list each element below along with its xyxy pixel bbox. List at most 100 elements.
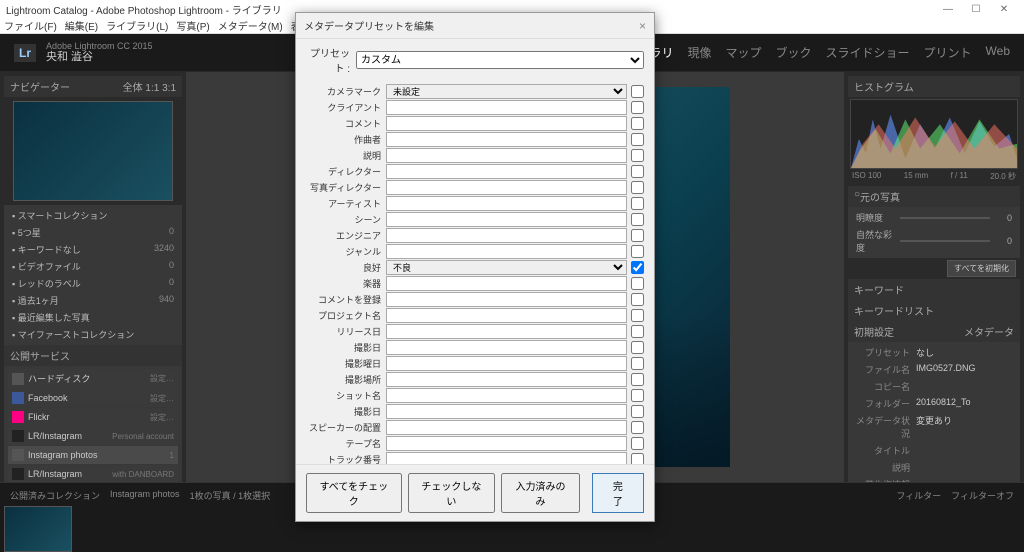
field-input[interactable] [386,340,627,355]
publish-service-item[interactable]: Instagram photos1 [8,446,178,464]
filmstrip-crumb[interactable]: 1枚の写真 / 1枚選択 [190,489,271,502]
field-include-check[interactable] [631,421,644,434]
field-input[interactable] [386,308,627,323]
field-input[interactable] [386,196,627,211]
field-input[interactable] [386,292,627,307]
field-input[interactable] [386,356,627,371]
field-include-check[interactable] [631,357,644,370]
filter-off[interactable]: フィルターオフ [951,489,1014,502]
source-header[interactable]: ○ 元の写真 [848,186,1020,207]
field-include-check[interactable] [631,197,644,210]
field-include-check[interactable] [631,245,644,258]
filled-only-button[interactable]: 入力済みのみ [501,473,580,513]
field-include-check[interactable] [631,133,644,146]
field-include-check[interactable] [631,149,644,162]
collection-item[interactable]: ▪ キーワードなし3240 [8,241,178,258]
field-input[interactable] [386,436,627,451]
field-include-check[interactable] [631,389,644,402]
menu-item[interactable]: ファイル(F) [4,22,57,33]
field-input[interactable] [386,212,627,227]
collection-item[interactable]: ▪ ビデオファイル0 [8,258,178,275]
field-input[interactable] [386,132,627,147]
field-input[interactable] [386,228,627,243]
field-input[interactable] [386,276,627,291]
publish-service-item[interactable]: ハードディスク設定… [8,369,178,388]
field-input[interactable] [386,452,627,464]
metadata-row[interactable]: コピー名 [852,378,1016,395]
field-include-check[interactable] [631,453,644,464]
filmstrip-crumb[interactable]: Instagram photos [110,489,180,502]
metadata-row[interactable]: プリセットなし [852,344,1016,361]
keywordlist-header[interactable]: キーワードリスト [848,300,1020,321]
menu-item[interactable]: 編集(E) [65,22,98,33]
module-tab[interactable]: スライドショー [826,44,910,61]
collection-item[interactable]: ▪ 過去1ヶ月940 [8,292,178,309]
collection-item[interactable]: ▪ スマートコレクション [8,207,178,224]
publish-service-item[interactable]: Flickr設定… [8,408,178,426]
field-include-check[interactable] [631,229,644,242]
field-include-check[interactable] [631,101,644,114]
field-input[interactable]: 不良 [386,260,627,275]
field-include-check[interactable] [631,341,644,354]
field-include-check[interactable] [631,405,644,418]
filmstrip-crumb[interactable]: 公開済みコレクション [10,489,100,502]
module-tab[interactable]: マップ [725,44,761,61]
metadata-row[interactable]: 著作権情報 [852,476,1016,482]
collection-item[interactable]: ▪ レッドのラベル0 [8,275,178,292]
menu-item[interactable]: ライブラリ(L) [106,22,168,33]
metadata-row[interactable]: ファイル名IMG0527.DNG [852,361,1016,378]
navigator-header[interactable]: ナビゲーター 全体 1:1 3:1 [4,76,182,97]
minimize-icon[interactable]: — [934,4,962,15]
field-input[interactable] [386,148,627,163]
field-input[interactable] [386,324,627,339]
close-icon[interactable]: ✕ [990,4,1018,15]
keywords-header[interactable]: キーワード [848,279,1020,300]
metadata-row[interactable]: フォルダー20160812_To [852,395,1016,412]
field-include-check[interactable] [631,373,644,386]
publish-header[interactable]: 公開サービス [4,345,182,366]
field-include-check[interactable] [631,181,644,194]
dialog-body[interactable]: カメラマーク未設定クライアントコメント作曲者説明ディレクター写真ディレクターアー… [296,81,654,464]
collection-item[interactable]: ▪ マイファーストコレクション [8,326,178,343]
field-input[interactable] [386,164,627,179]
maximize-icon[interactable]: ☐ [962,4,990,15]
field-include-check[interactable] [631,117,644,130]
collection-item[interactable]: ▪ 5つ星0 [8,224,178,241]
publish-service-item[interactable]: LR/InstagramPersonal account [8,427,178,445]
filmstrip-thumb[interactable] [4,506,72,552]
field-include-check[interactable] [631,277,644,290]
module-tab[interactable]: プリント [924,44,972,61]
field-input[interactable] [386,404,627,419]
field-include-check[interactable] [631,293,644,306]
metadata-row[interactable]: 説明 [852,459,1016,476]
navigator-thumb[interactable] [13,101,173,201]
field-input[interactable] [386,100,627,115]
module-tab[interactable]: 現像 [687,44,711,61]
dialog-close-icon[interactable]: × [639,19,646,33]
field-include-check[interactable] [631,213,644,226]
metadata-row[interactable]: タイトル [852,442,1016,459]
field-input[interactable] [386,180,627,195]
field-include-check[interactable] [631,261,644,274]
field-input[interactable]: 未設定 [386,84,627,99]
metadata-header[interactable]: 初期設定メタデータ [848,321,1020,342]
field-input[interactable] [386,372,627,387]
preset-select[interactable]: カスタム [356,51,644,69]
menu-item[interactable]: メタデータ(M) [218,22,283,33]
check-all-button[interactable]: すべてをチェック [306,473,402,513]
reset-button[interactable]: すべてを初期化 [947,260,1016,277]
quick-develop-slider[interactable]: 自然な彩度0 [852,226,1016,256]
field-include-check[interactable] [631,325,644,338]
field-include-check[interactable] [631,437,644,450]
publish-service-item[interactable]: LR/Instagramwith DANBOARD [8,465,178,482]
quick-develop-slider[interactable]: 明瞭度0 [852,209,1016,226]
publish-service-item[interactable]: Facebook設定… [8,389,178,407]
field-include-check[interactable] [631,165,644,178]
menu-item[interactable]: 写真(P) [176,22,209,33]
done-button[interactable]: 完了 [592,473,644,513]
dialog-titlebar[interactable]: メタデータプリセットを編集 × [296,13,654,39]
metadata-row[interactable]: メタデータ状況変更あり [852,412,1016,442]
module-tab[interactable]: ブック [775,44,811,61]
field-input[interactable] [386,244,627,259]
field-input[interactable] [386,116,627,131]
